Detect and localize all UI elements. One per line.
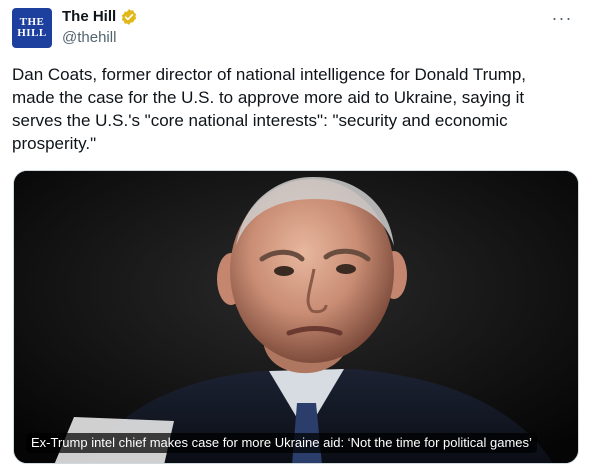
author-block: The Hill @thehill bbox=[62, 7, 138, 48]
tweet-text: Dan Coats, former director of national i… bbox=[12, 65, 527, 153]
author-name-row: The Hill bbox=[62, 7, 138, 27]
account-name[interactable]: The Hill bbox=[62, 7, 116, 27]
verified-badge-icon[interactable] bbox=[120, 8, 138, 26]
avatar[interactable]: THE HILL bbox=[12, 8, 52, 48]
link-card-headline[interactable]: Ex-Trump intel chief makes case for more… bbox=[26, 433, 537, 453]
avatar-text-line-2: HILL bbox=[17, 27, 47, 39]
link-card-image[interactable]: Ex-Trump intel chief makes case for more… bbox=[13, 170, 579, 464]
portrait-photo bbox=[14, 171, 578, 463]
more-horizontal-icon: ··· bbox=[551, 8, 573, 28]
more-options-button[interactable]: ··· bbox=[550, 6, 574, 30]
account-handle[interactable]: @thehill bbox=[62, 28, 138, 48]
tweet: THE HILL The Hill @thehill ··· Dan Coats… bbox=[0, 0, 596, 470]
